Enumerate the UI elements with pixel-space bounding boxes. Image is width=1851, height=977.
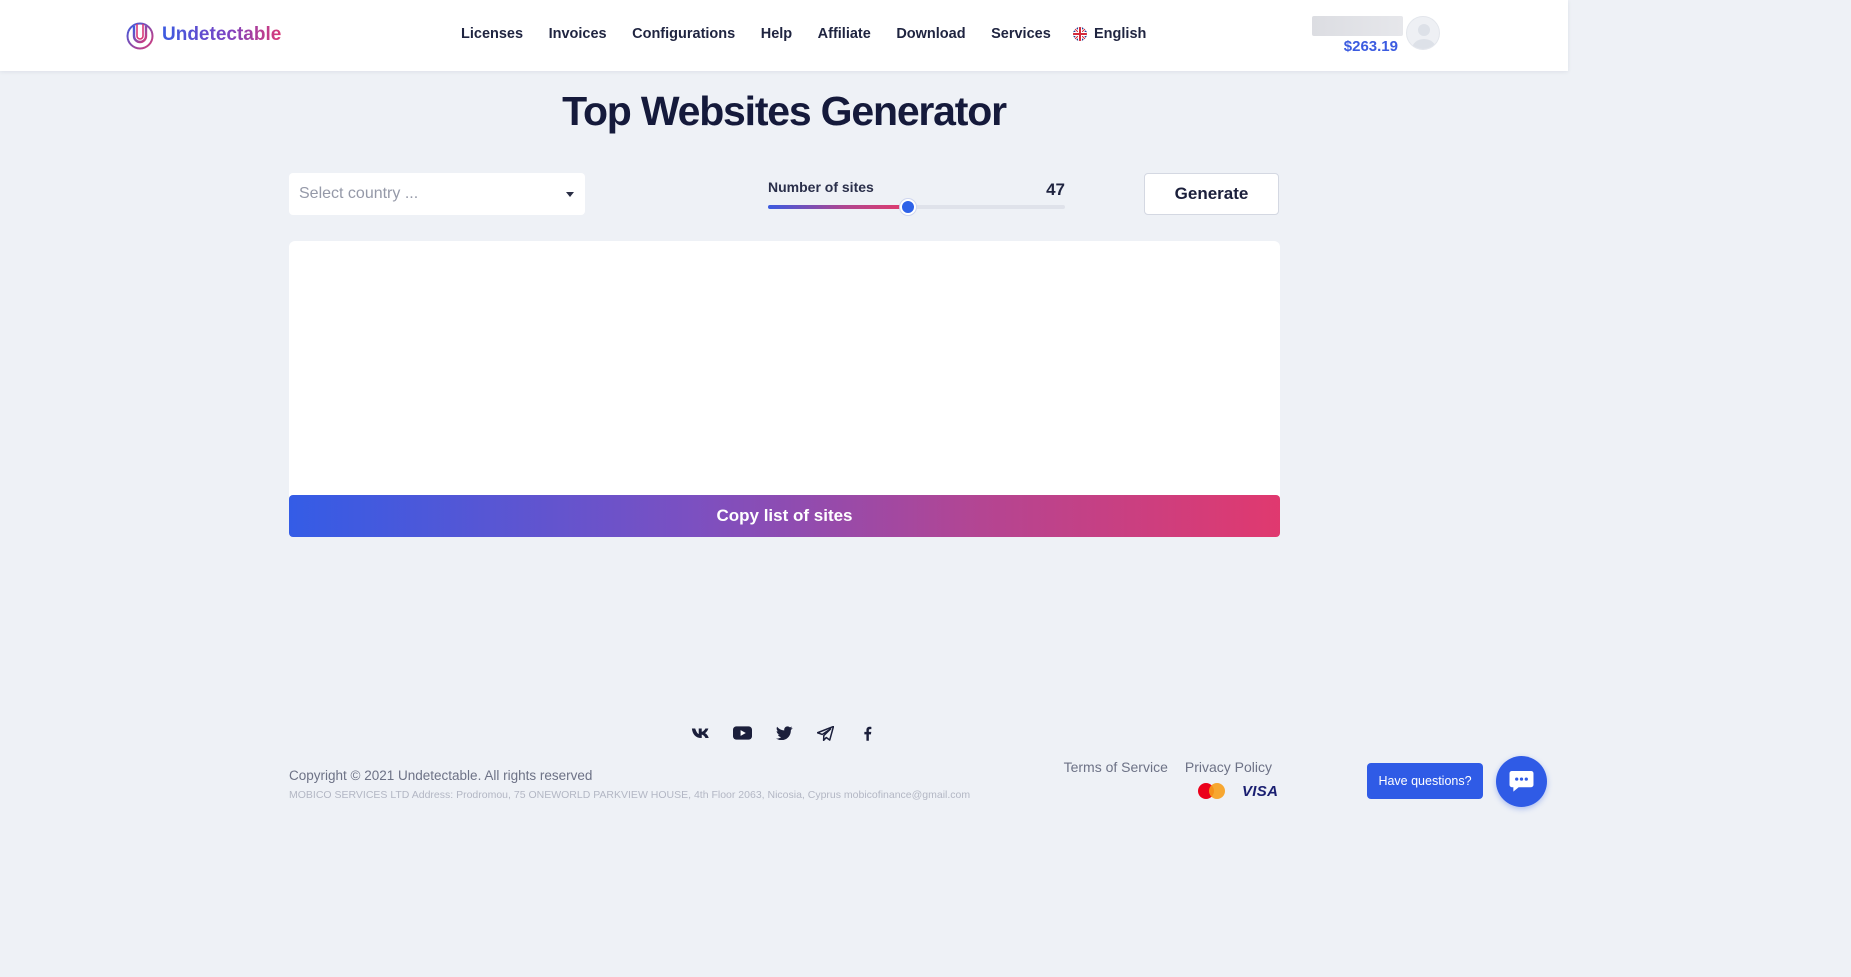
nav-item-configurations[interactable]: Configurations: [632, 26, 735, 42]
sites-list-output[interactable]: [289, 241, 1280, 497]
top-header: Undetectable Licenses Invoices Configura…: [0, 0, 1568, 71]
terms-of-service-link[interactable]: Terms of Service: [1064, 759, 1168, 775]
uk-flag-icon: [1073, 27, 1087, 41]
undetectable-logo-icon: [126, 22, 154, 50]
payment-methods: VISA: [1198, 781, 1278, 801]
company-address: MOBICO SERVICES LTD Address: Prodromou, …: [289, 789, 971, 801]
social-links: [690, 723, 898, 743]
facebook-icon[interactable]: [856, 723, 878, 743]
nav-item-invoices[interactable]: Invoices: [549, 26, 607, 42]
twitter-icon[interactable]: [773, 723, 795, 743]
sites-slider-label: Number of sites: [768, 179, 874, 195]
avatar-silhouette-icon: [1412, 24, 1436, 49]
sites-slider-fill: [768, 205, 908, 209]
youtube-icon[interactable]: [732, 723, 754, 743]
vk-icon[interactable]: [690, 723, 712, 743]
sites-slider-value: 47: [1046, 180, 1065, 199]
page-title: Top Websites Generator: [562, 88, 1007, 134]
caret-down-icon: [566, 192, 574, 197]
visa-logo: VISA: [1242, 782, 1279, 800]
country-select-placeholder: Select country ...: [299, 185, 419, 202]
chat-tooltip[interactable]: Have questions?: [1367, 763, 1483, 799]
language-label: English: [1094, 26, 1147, 42]
mastercard-icon: [1198, 781, 1228, 801]
brand-name: Undetectable: [162, 24, 282, 45]
nav-item-affiliate[interactable]: Affiliate: [818, 26, 871, 42]
language-selector[interactable]: English: [1073, 26, 1146, 42]
main-nav: Licenses Invoices Configurations Help Af…: [461, 26, 1076, 42]
account-balance[interactable]: $263.19: [1312, 38, 1398, 55]
chat-button[interactable]: [1496, 756, 1547, 807]
nav-item-download[interactable]: Download: [896, 26, 965, 42]
telegram-icon[interactable]: [815, 723, 837, 743]
sites-slider[interactable]: [768, 199, 1065, 215]
nav-item-licenses[interactable]: Licenses: [461, 26, 523, 42]
privacy-policy-link[interactable]: Privacy Policy: [1185, 759, 1272, 775]
nav-item-help[interactable]: Help: [761, 26, 792, 42]
nav-item-services[interactable]: Services: [991, 26, 1051, 42]
copyright-text: Copyright © 2021 Undetectable. All right…: [289, 768, 593, 783]
user-avatar-icon[interactable]: [1406, 16, 1440, 50]
brand-logo[interactable]: Undetectable: [126, 20, 281, 50]
copy-list-button[interactable]: Copy list of sites: [289, 495, 1280, 537]
sites-slider-thumb[interactable]: [899, 199, 916, 215]
generate-button[interactable]: Generate: [1144, 173, 1279, 215]
chat-bubble-icon: [1509, 770, 1534, 792]
footer-links: Terms of Service Privacy Policy: [1047, 759, 1272, 775]
blurred-username: [1312, 16, 1403, 36]
country-select[interactable]: Select country ...: [289, 173, 585, 215]
